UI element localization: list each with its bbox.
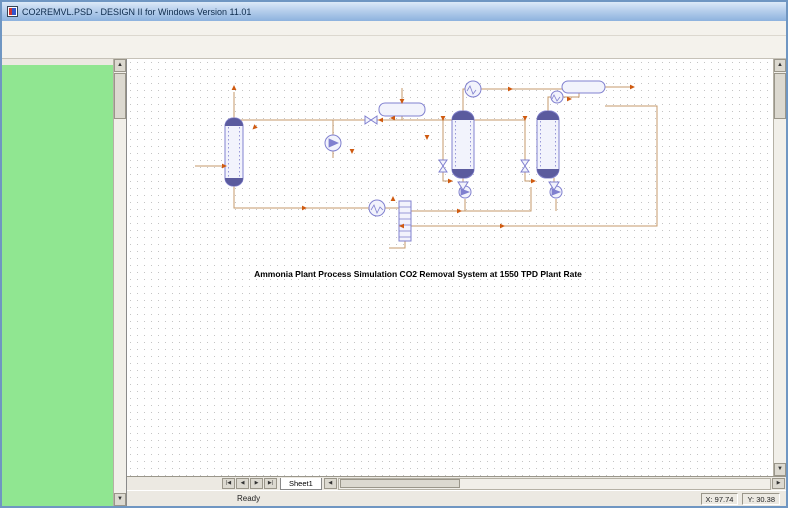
- status-text: Ready: [237, 494, 261, 503]
- canvas-vertical-scrollbar[interactable]: ▲ ▼: [773, 59, 786, 476]
- sidebar-scrollbar[interactable]: ▲ ▼: [113, 59, 126, 506]
- app-window: CO2REMVL.PSD - DESIGN II for Windows Ver…: [0, 0, 788, 508]
- scroll-up-icon[interactable]: ▲: [114, 59, 126, 72]
- tab-next-icon[interactable]: ▶: [250, 478, 263, 489]
- status-bar: Ready X: 97.74 Y: 30.38: [127, 490, 786, 506]
- scroll-down-icon[interactable]: ▼: [774, 463, 786, 476]
- equipment-palette: [5, 65, 117, 69]
- cursor-y-readout: Y: 30.38: [742, 492, 780, 505]
- flowsheet-pane: Ammonia Plant Process Simulation CO2 Rem…: [127, 59, 786, 506]
- app-icon: [7, 6, 18, 17]
- scrollbar-thumb[interactable]: [774, 73, 786, 119]
- title-bar[interactable]: CO2REMVL.PSD - DESIGN II for Windows Ver…: [2, 2, 786, 21]
- scrollbar-thumb[interactable]: [339, 479, 460, 488]
- flowsheet-drawing: [195, 80, 658, 249]
- flowsheet-title: Ammonia Plant Process Simulation CO2 Rem…: [254, 269, 582, 279]
- scrollbar-thumb[interactable]: [114, 73, 126, 119]
- horizontal-scrollbar[interactable]: [337, 477, 771, 490]
- tab-prev-icon[interactable]: ◀: [236, 478, 249, 489]
- menu-bar: [2, 21, 786, 36]
- sheet-tab-bar: |◀ ◀ ▶ ▶| Sheet1 ◀ ▶: [127, 476, 786, 490]
- window-title: CO2REMVL.PSD - DESIGN II for Windows Ver…: [22, 6, 252, 17]
- tab-first-icon[interactable]: |◀: [222, 478, 235, 489]
- hscroll-right-icon[interactable]: ▶: [772, 478, 785, 489]
- main-area: ▲ ▼ Ammonia Plant Process Simulation CO2…: [2, 59, 786, 506]
- sheet-tab[interactable]: Sheet1: [280, 477, 322, 490]
- toolbar: [2, 36, 786, 59]
- cursor-x-readout: X: 97.74: [700, 492, 739, 505]
- scroll-up-icon[interactable]: ▲: [774, 59, 786, 72]
- hscroll-left-icon[interactable]: ◀: [323, 478, 337, 489]
- equipment-sidebar: ▲ ▼: [2, 59, 127, 506]
- flowsheet-canvas[interactable]: Ammonia Plant Process Simulation CO2 Rem…: [127, 59, 786, 476]
- scroll-down-icon[interactable]: ▼: [114, 493, 126, 506]
- tab-last-icon[interactable]: ▶|: [264, 478, 277, 489]
